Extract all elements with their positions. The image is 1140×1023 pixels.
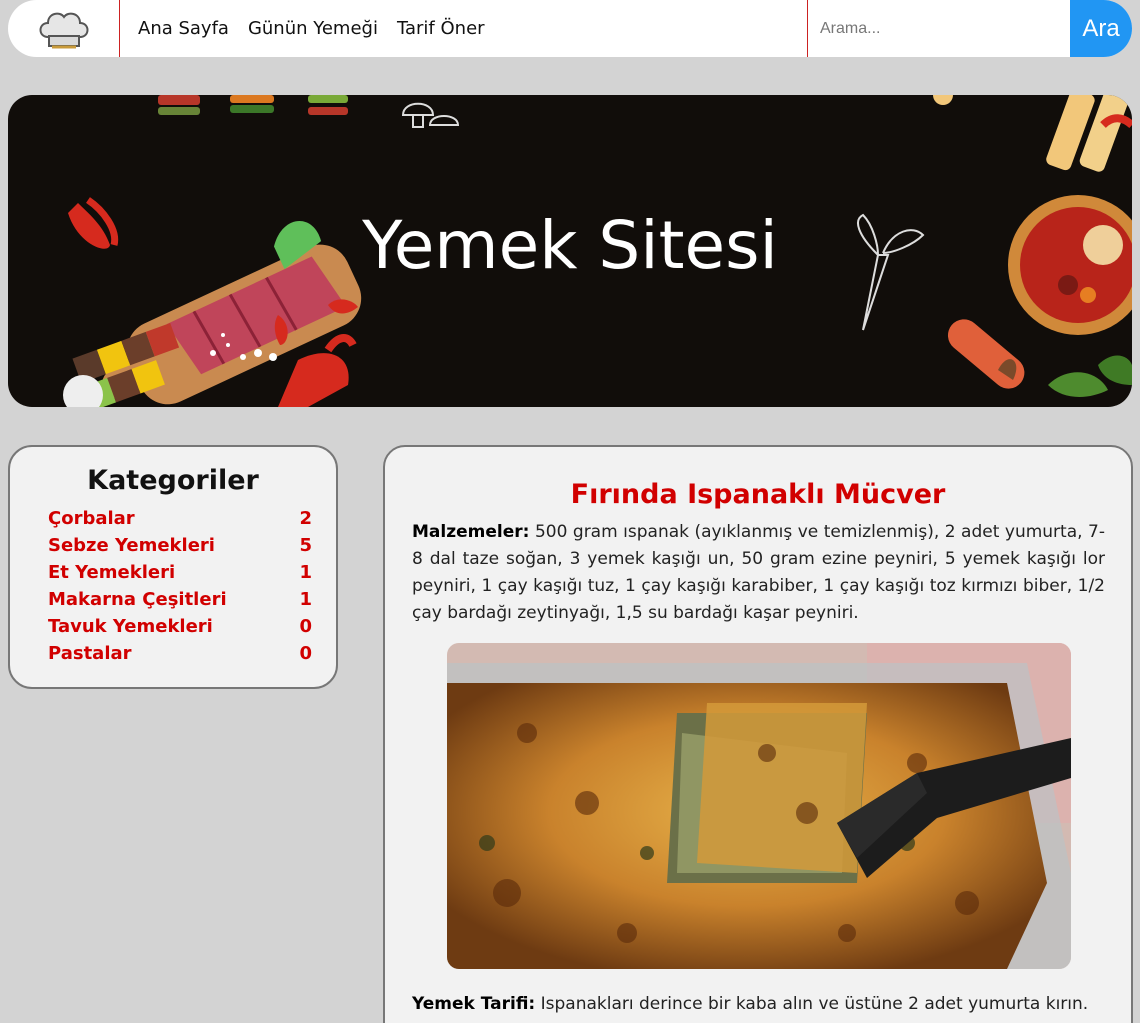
search-container	[807, 0, 1070, 57]
category-item[interactable]: Pastalar 0	[48, 640, 312, 667]
chef-hat-icon	[39, 12, 88, 48]
category-name: Sebze Yemekleri	[48, 535, 215, 556]
logo[interactable]	[8, 0, 120, 57]
recipe-title: Fırında Ispanaklı Mücver	[570, 479, 946, 510]
search-input[interactable]	[808, 0, 1070, 57]
category-name: Tavuk Yemekleri	[48, 616, 213, 637]
category-count: 5	[299, 535, 312, 556]
category-item[interactable]: Makarna Çeşitleri 1	[48, 586, 312, 613]
category-name: Pastalar	[48, 643, 132, 664]
ingredients-paragraph: Malzemeler: 500 gram ıspanak (ayıklanmış…	[412, 519, 1105, 627]
category-item[interactable]: Tavuk Yemekleri 0	[48, 613, 312, 640]
recipe-photo	[447, 643, 1071, 969]
hero-banner: Yemek Sitesi	[8, 95, 1132, 407]
nav-link-suggest-recipe[interactable]: Tarif Öner	[397, 18, 485, 39]
category-list: Çorbalar 2 Sebze Yemekleri 5 Et Yemekler…	[48, 505, 312, 667]
sidebar-title: Kategoriler	[87, 465, 259, 496]
method-text: Ispanakları derince bir kaba alın ve üst…	[540, 994, 1089, 1014]
method-paragraph: Yemek Tarifi: Ispanakları derince bir ka…	[412, 991, 1105, 1018]
category-item[interactable]: Sebze Yemekleri 5	[48, 532, 312, 559]
top-navbar: Ana Sayfa Günün Yemeği Tarif Öner Ara	[8, 0, 1132, 57]
category-item[interactable]: Çorbalar 2	[48, 505, 312, 532]
search-button[interactable]: Ara	[1070, 0, 1132, 57]
category-count: 1	[299, 589, 312, 610]
ingredients-label: Malzemeler:	[412, 522, 530, 542]
category-count: 1	[299, 562, 312, 583]
site-title: Yemek Sitesi	[362, 207, 778, 284]
nav-links: Ana Sayfa Günün Yemeği Tarif Öner	[138, 0, 485, 57]
categories-sidebar: Kategoriler Çorbalar 2 Sebze Yemekleri 5…	[8, 445, 338, 689]
method-label: Yemek Tarifi:	[412, 994, 536, 1014]
category-item[interactable]: Et Yemekleri 1	[48, 559, 312, 586]
category-name: Et Yemekleri	[48, 562, 176, 583]
nav-link-home[interactable]: Ana Sayfa	[138, 18, 229, 39]
category-count: 0	[299, 643, 312, 664]
nav-link-dish-of-day[interactable]: Günün Yemeği	[248, 18, 378, 39]
category-name: Çorbalar	[48, 508, 135, 529]
category-count: 0	[299, 616, 312, 637]
category-count: 2	[299, 508, 312, 529]
recipe-card: Fırında Ispanaklı Mücver Malzemeler: 500…	[383, 445, 1133, 1023]
category-name: Makarna Çeşitleri	[48, 589, 227, 610]
